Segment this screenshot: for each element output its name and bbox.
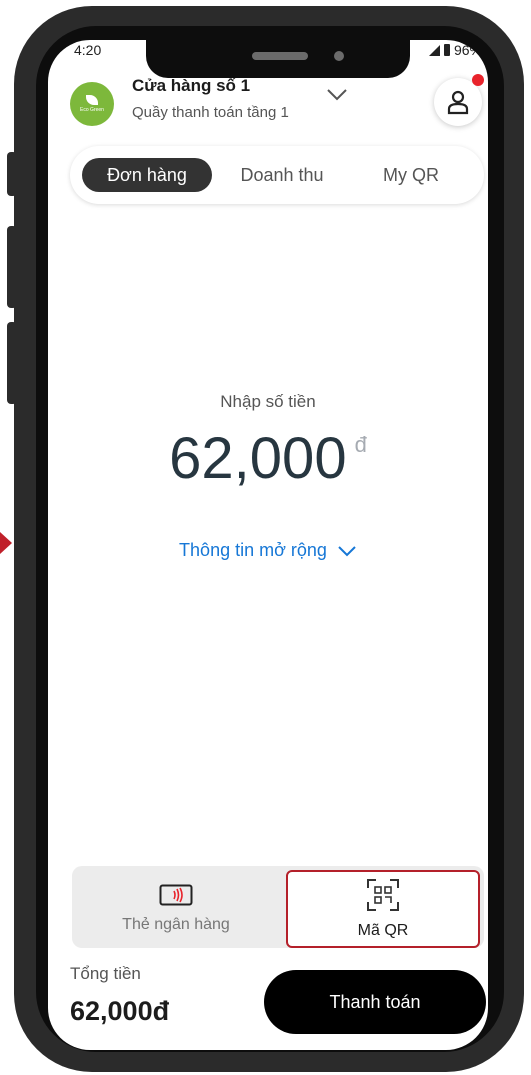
more-info-toggle[interactable]: Thông tin mở rộng	[48, 540, 488, 561]
store-name[interactable]: Cửa hàng số 1	[132, 76, 250, 96]
pay-button[interactable]: Thanh toán	[264, 970, 486, 1034]
tab-my-qr[interactable]: My QR	[352, 158, 470, 192]
tab-revenue[interactable]: Doanh thu	[222, 158, 342, 192]
side-button	[7, 226, 17, 308]
currency-symbol: đ	[354, 432, 367, 457]
store-logo: Eco Green	[70, 82, 114, 126]
side-button	[7, 322, 17, 404]
user-icon	[447, 90, 469, 115]
tab-orders[interactable]: Đơn hàng	[82, 158, 212, 192]
pointer-arrow	[0, 532, 12, 554]
battery-level: 96%	[453, 42, 482, 58]
side-button	[7, 152, 17, 196]
total-label: Tổng tiền	[70, 964, 141, 983]
signal-icon	[428, 44, 440, 56]
payment-method-selector: Thẻ ngân hàng Mã QR	[72, 866, 484, 948]
total-value: 62,000đ	[70, 996, 170, 1026]
leaf-icon	[86, 95, 98, 105]
status-time: 4:20	[74, 42, 102, 58]
payment-method-card[interactable]: Thẻ ngân hàng	[76, 870, 276, 948]
payment-method-card-label: Thẻ ngân hàng	[122, 916, 230, 933]
battery-icon	[443, 44, 450, 56]
payment-method-qr[interactable]: Mã QR	[286, 870, 480, 948]
more-info-label: Thông tin mở rộng	[179, 540, 327, 560]
chevron-down-icon	[338, 545, 356, 556]
chevron-down-icon	[327, 89, 347, 101]
store-logo-text: Eco Green	[80, 107, 104, 113]
status-indicators: 96%	[428, 42, 482, 58]
nfc-card-icon	[159, 884, 193, 906]
amount-value: 62,000	[169, 426, 347, 491]
amount-label: Nhập số tiền	[220, 392, 316, 411]
notch	[146, 40, 410, 78]
store-selector-chevron[interactable]	[326, 88, 348, 107]
tab-bar: Đơn hàng Doanh thu My QR	[70, 146, 484, 204]
app-screen: 4:20 96% Eco Green Cửa hàng số 1 Quầy th…	[48, 40, 488, 1050]
notification-dot	[472, 74, 484, 86]
amount-display[interactable]: 62,000 đ	[48, 424, 488, 494]
payment-method-qr-label: Mã QR	[357, 922, 409, 939]
camera	[334, 51, 344, 61]
qr-scan-icon	[367, 879, 399, 911]
speaker	[252, 52, 308, 60]
store-counter: Quầy thanh toán tầng 1	[132, 104, 289, 121]
